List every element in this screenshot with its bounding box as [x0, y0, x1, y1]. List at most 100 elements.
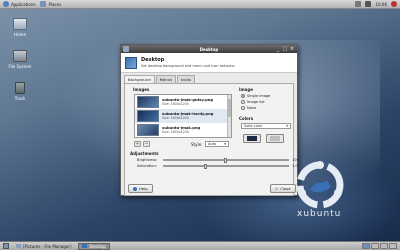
home-folder-icon [13, 18, 27, 30]
desktop-settings-icon [125, 56, 137, 69]
color-2-button[interactable] [266, 134, 284, 143]
places-label: Places [48, 1, 62, 7]
applications-menu[interactable]: Applications [3, 1, 35, 7]
logout-icon[interactable] [391, 1, 397, 7]
help-button[interactable]: Help [128, 184, 153, 193]
images-section-label: Images [133, 87, 150, 92]
style-value: Auto [208, 142, 217, 146]
style-select[interactable]: Auto ▾ [205, 141, 229, 147]
none-radio[interactable]: None [241, 106, 256, 110]
radio-indicator [241, 94, 245, 98]
header-title: Desktop [141, 57, 165, 63]
minus-icon: − [144, 141, 149, 147]
saturation-knob[interactable] [204, 164, 207, 169]
list-item[interactable]: xubuntu-jmak-hardy.png Size: 1600x1200 [135, 109, 231, 123]
tab-icons[interactable]: Icons [177, 75, 195, 83]
chevron-down-icon: ▾ [286, 124, 288, 128]
image-size: Size: 1600x1200 [162, 130, 189, 134]
radio-label: None [247, 106, 257, 110]
header-subtitle: Set desktop background and menu and icon… [141, 64, 235, 68]
close-icon: ✕ [275, 186, 279, 191]
folder-icon [40, 1, 47, 7]
style-label: Style: [191, 142, 203, 147]
color-1-button[interactable] [243, 134, 261, 143]
image-size: Size: 1600x1200 [162, 102, 189, 106]
brightness-knob[interactable] [224, 158, 227, 163]
radio-label: Single image [247, 94, 271, 98]
desktop-icon-filesystem[interactable]: File System [5, 50, 35, 69]
tab-bar: Background Menus Icons [121, 73, 297, 83]
window-menu-icon[interactable] [123, 46, 129, 52]
dialog-header: Desktop Set desktop background and menu … [121, 53, 297, 73]
network-icon[interactable] [355, 1, 362, 7]
image-list[interactable]: xubuntu-jmak-gutsy.png Size: 1600x1200 x… [134, 94, 232, 138]
task-label: [Pictures - File Manager] [23, 243, 72, 249]
maximize-icon[interactable]: □ [282, 46, 288, 52]
workspace-4[interactable] [389, 243, 397, 249]
brightness-label: Brightness: [137, 158, 158, 162]
brightness-slider[interactable] [163, 158, 289, 163]
workspace-3[interactable] [380, 243, 388, 249]
tab-menus[interactable]: Menus [155, 75, 177, 83]
xubuntu-wordmark: xubuntu [297, 209, 342, 219]
image-section-label: Image [239, 87, 253, 92]
list-item[interactable]: xubuntu-jmak.png Size: 1600x1200 [135, 123, 231, 137]
volume-icon[interactable] [365, 1, 372, 7]
remove-image-button[interactable]: − [143, 141, 150, 147]
plus-icon: + [135, 141, 140, 147]
saturation-row: Saturation: 1.0 [137, 164, 298, 169]
color-mode-select[interactable]: Solid color ▾ [241, 123, 291, 129]
xubuntu-logo [296, 161, 344, 209]
desktop-icon-label: Home [14, 32, 26, 37]
show-desktop-icon[interactable] [3, 243, 9, 249]
tab-background[interactable]: Background [124, 75, 155, 83]
task-file-manager[interactable]: [Pictures - File Manager] [12, 243, 75, 250]
desktop-icon-home[interactable]: Home [5, 18, 35, 37]
image-list-scrollbar[interactable] [227, 95, 231, 137]
background-tab-panel: Images xubuntu-jmak-gutsy.png Size: 1600… [124, 83, 299, 196]
add-image-button[interactable]: + [134, 141, 141, 147]
image-thumbnail [137, 124, 159, 136]
help-button-label: Help [139, 186, 148, 191]
bottom-panel: [Pictures - File Manager] Desktop [0, 241, 400, 250]
desktop-settings-window: Desktop _ □ × Desktop Set desktop backgr… [120, 44, 299, 196]
window-title: Desktop [199, 46, 219, 52]
close-icon[interactable]: × [289, 46, 295, 52]
xfce-mouse-icon [3, 1, 9, 7]
workspace-2[interactable] [371, 243, 379, 249]
radio-indicator [241, 106, 245, 110]
applications-label: Applications [11, 1, 36, 7]
drive-icon [13, 50, 27, 62]
task-desktop[interactable]: Desktop [78, 242, 110, 250]
tray: 10:06 [355, 1, 397, 7]
image-thumbnail [137, 110, 159, 122]
image-thumbnail [137, 96, 159, 108]
image-list-radio[interactable]: Image list [241, 100, 265, 104]
saturation-label: Saturation: [137, 164, 157, 168]
desktop-settings-icon [82, 244, 88, 248]
folder-icon [16, 244, 21, 248]
close-button[interactable]: ✕ Close [270, 184, 296, 193]
saturation-slider[interactable] [163, 164, 289, 169]
clock[interactable]: 10:06 [375, 2, 387, 7]
image-size: Size: 1600x1200 [162, 116, 189, 120]
desktop-icon-label: File System [8, 64, 32, 69]
desktop-icon-trash[interactable]: Trash [5, 82, 35, 101]
top-panel: Applications Places 10:06 [0, 0, 400, 9]
color-1-swatch [247, 136, 257, 141]
single-image-radio[interactable]: Single image [241, 94, 270, 98]
help-icon [133, 186, 137, 191]
task-label: Desktop [89, 243, 106, 249]
list-item[interactable]: xubuntu-jmak-gutsy.png Size: 1600x1200 [135, 95, 231, 109]
brightness-row: Brightness: 100 [137, 158, 299, 163]
trash-icon [15, 82, 25, 94]
workspace-switcher[interactable] [362, 243, 397, 249]
workspace-1[interactable] [362, 243, 370, 249]
adjustments-section-label: Adjustments [130, 151, 159, 156]
window-titlebar[interactable]: Desktop _ □ × [121, 45, 297, 53]
places-menu[interactable]: Places [40, 1, 61, 7]
colors-section-label: Colors [239, 116, 254, 121]
minimize-icon[interactable]: _ [275, 46, 281, 52]
color-2-swatch [270, 136, 280, 141]
chevron-down-icon: ▾ [224, 142, 226, 146]
